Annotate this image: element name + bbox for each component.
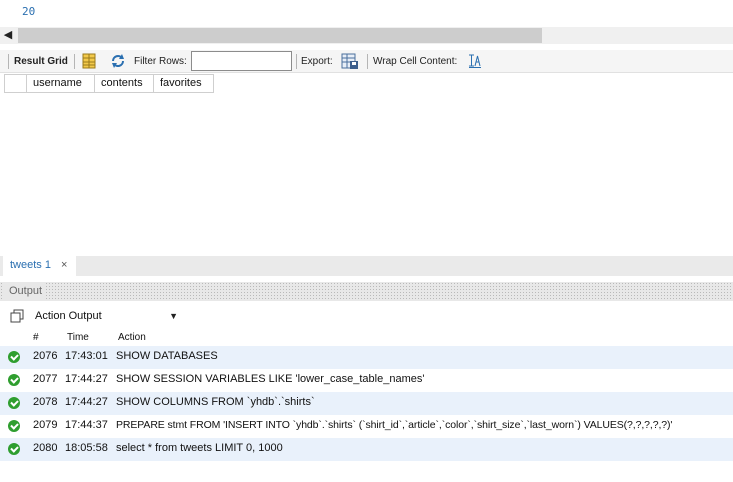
row-action: select * from tweets LIMIT 0, 1000 (116, 442, 283, 454)
row-action: SHOW SESSION VARIABLES LIKE 'lower_case_… (116, 373, 425, 385)
result-grid-header: username contents favorites (4, 74, 214, 93)
success-check-icon (8, 374, 20, 386)
table-row[interactable]: 2077 17:44:27 SHOW SESSION VARIABLES LIK… (0, 369, 733, 392)
refresh-icon[interactable] (110, 53, 126, 72)
wrap-text-icon[interactable] (468, 54, 482, 71)
row-time: 17:44:27 (65, 373, 108, 385)
close-icon[interactable]: × (61, 256, 67, 275)
action-output-table: # Time Action 2076 17:43:01 SHOW DATABAS… (0, 330, 733, 461)
scrollbar-thumb[interactable] (18, 28, 542, 43)
row-number: 2076 (33, 350, 58, 362)
column-header[interactable]: favorites (154, 75, 213, 92)
row-action: SHOW COLUMNS FROM `yhdb`.`shirts` (116, 396, 315, 408)
row-number: 2078 (33, 396, 58, 408)
row-number: 2079 (33, 419, 58, 431)
toolbar-separator (8, 54, 9, 69)
success-check-icon (8, 397, 20, 409)
output-type-select[interactable]: Action Output ▼ (30, 307, 182, 326)
export-icon[interactable] (341, 53, 359, 73)
row-action: PREPARE stmt FROM 'INSERT INTO `yhdb`.`s… (116, 419, 673, 431)
row-action: SHOW DATABASES (116, 350, 218, 362)
dropdown-arrow-icon: ▼ (169, 311, 178, 321)
copy-icon[interactable] (10, 309, 24, 326)
table-row[interactable]: 2076 17:43:01 SHOW DATABASES (0, 346, 733, 369)
filter-rows-input[interactable] (191, 51, 292, 71)
sql-editor[interactable]: 20 (0, 0, 733, 24)
output-type-value: Action Output (35, 310, 102, 322)
success-check-icon (8, 420, 20, 432)
success-check-icon (8, 351, 20, 363)
row-time: 18:05:58 (65, 442, 108, 454)
column-header[interactable]: username (27, 75, 95, 92)
toolbar-separator (367, 54, 368, 69)
line-number: 20 (22, 5, 36, 18)
scroll-left-icon[interactable]: ◀ (0, 27, 16, 44)
column-header-action[interactable]: Action (118, 332, 146, 343)
toolbar-separator (74, 54, 75, 69)
filter-rows-label: Filter Rows: (134, 56, 187, 67)
wrap-cell-label: Wrap Cell Content: (373, 56, 458, 67)
tab-label: tweets 1 (10, 259, 51, 271)
row-number: 2080 (33, 442, 58, 454)
output-table-header: # Time Action (0, 330, 733, 346)
toolbar-separator (296, 54, 297, 69)
table-row[interactable]: 2080 18:05:58 select * from tweets LIMIT… (0, 438, 733, 461)
output-toolbar: Action Output ▼ (0, 305, 733, 328)
row-time: 17:43:01 (65, 350, 108, 362)
result-tabbar: tweets 1 × (0, 256, 733, 276)
export-label: Export: (301, 56, 333, 67)
result-grid-tab[interactable]: Result Grid (14, 50, 68, 73)
row-number: 2077 (33, 373, 58, 385)
column-header-time[interactable]: Time (67, 332, 89, 343)
horizontal-scrollbar[interactable]: ◀ (0, 27, 733, 44)
output-title: Output (3, 282, 47, 301)
result-toolbar: Result Grid Filter Rows: Export: Wrap Ce… (0, 50, 733, 73)
row-selector-header[interactable] (5, 75, 27, 92)
row-time: 17:44:27 (65, 396, 108, 408)
column-header[interactable]: contents (95, 75, 154, 92)
success-check-icon (8, 443, 20, 455)
column-header-num[interactable]: # (33, 332, 39, 343)
table-row[interactable]: 2078 17:44:27 SHOW COLUMNS FROM `yhdb`.`… (0, 392, 733, 415)
tab-tweets-1[interactable]: tweets 1 × (3, 256, 76, 276)
output-panel-header: Output (0, 282, 733, 301)
row-time: 17:44:37 (65, 419, 108, 431)
grid-layout-icon[interactable] (82, 53, 96, 72)
table-row[interactable]: 2079 17:44:37 PREPARE stmt FROM 'INSERT … (0, 415, 733, 438)
